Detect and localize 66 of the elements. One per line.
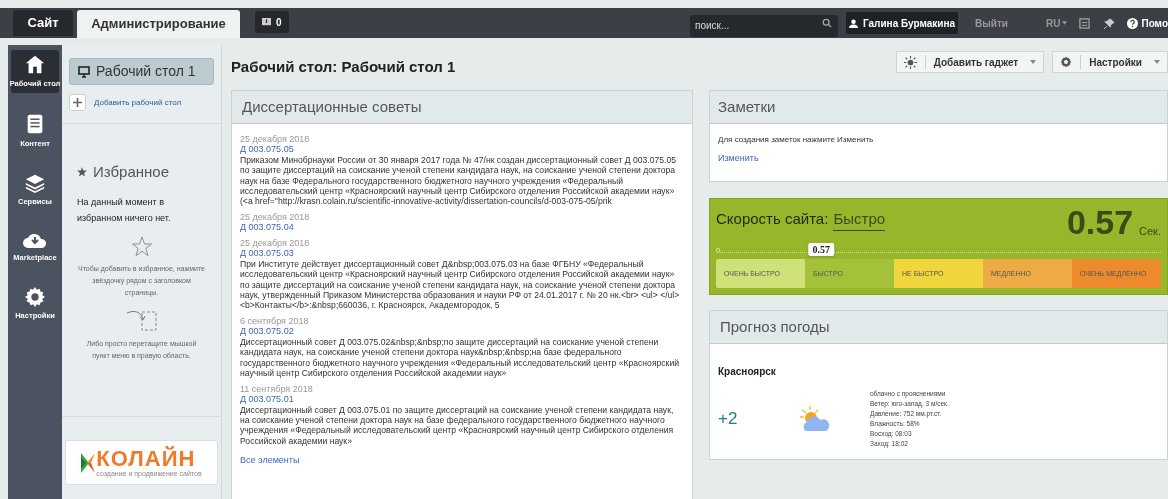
logout-link[interactable]: Выйти [975, 15, 1008, 31]
language-selector[interactable]: RU [1046, 15, 1068, 31]
speed-unit: Сек. [1139, 223, 1161, 239]
news-link[interactable]: Д 003.075.04 [240, 221, 684, 233]
add-desktop-link[interactable]: Добавить рабочий стол [94, 96, 182, 109]
news-date: 25 декабря 2018 [240, 237, 311, 248]
settings-icon [24, 286, 46, 308]
star-icon [77, 167, 87, 178]
news-date: 11 сентября 2018 [240, 383, 314, 394]
tab[interactable]: Сайт [13, 10, 73, 36]
sun-icon [903, 55, 917, 69]
speed-value: 0.57 [1066, 204, 1134, 239]
search-field[interactable]: поиск... [690, 14, 839, 37]
user-icon [849, 18, 858, 28]
drag-hint-icon [125, 309, 158, 332]
news-link[interactable]: Д 003.075.03 [240, 247, 684, 259]
edit-link[interactable]: Изменить [718, 151, 1159, 166]
help-icon [1127, 17, 1139, 29]
tab[interactable]: Администрирование [77, 10, 240, 38]
settings-icon [1060, 56, 1073, 69]
card-title: Заметки [710, 90, 1167, 124]
speed-marker: 0.57 [808, 243, 835, 257]
card-title: Диссертационные советы [232, 90, 692, 124]
news-link[interactable]: Д 003.075.05 [240, 143, 684, 155]
news-date: 6 сентября 2018 [240, 315, 310, 326]
page-title: Рабочий стол: Рабочий стол 1 [231, 57, 456, 78]
help-link[interactable]: Помо [1127, 15, 1168, 31]
notification-count: 0 [276, 15, 282, 30]
news-link[interactable]: Д 003.075.01 [240, 393, 684, 405]
caret-icon [1062, 21, 1068, 25]
partly-cloudy-icon [800, 405, 832, 432]
star-outline-icon [130, 235, 153, 257]
temperature: +2 [718, 408, 739, 431]
user-button[interactable]: Галина Бурмакина [846, 12, 959, 34]
news-text: Диссертационный совет Д 003.075.02&nbsp;&nbsp;по защите диссертаций на соискание ученой степени кандидата наук, на соискание ученой степени доктора наук&nbsp;&nbsp;на базе федерального государственного бюджетного научного учреждения «Федеральный исследовательский центр «Красноярский научный центр Сибирского отделения Российской академии наук» [240, 336, 680, 379]
speed-label: Скорость сайта: [716, 208, 829, 229]
search-icon[interactable] [822, 18, 833, 28]
news-date: 25 декабря 2018 [240, 211, 311, 222]
toolbar-button[interactable]: Добавить гаджет [895, 51, 1045, 74]
notifications-button[interactable]: 0 [255, 11, 289, 33]
caret-icon [1154, 60, 1160, 65]
pin-icon[interactable] [1104, 17, 1116, 29]
city-name: Красноярск [718, 364, 777, 379]
add-desktop-button[interactable] [69, 94, 86, 111]
news-text: Диссертационный совет Д 003.075.01 по защите диссертаций на соискание ученой степени кандидата наук, на соискание ученой степени доктора наук на базе федерального государственного бюджетного научного учреждения «Федеральный исследовательский центр «Красноярский научный центр Сибирского отделения Российской академии наук» [240, 404, 675, 447]
news-text: Приказом Минобрнауки России от 30 января 2017 года № 47/нк создан диссертационный совет Д 003.075.05 по защите диссертаций на соискание ученой степени кандидата наук, на соискание ученой степени доктора наук на базе Федерального государственного бюджетного научного учреждения «Федеральный исследовательский центр «Красноярский научный центр Сибирского отделения Российской академии наук» (<a href="http://krasn.colain.ru/scientific-innovative-activity/dissertation-councils/d-003-075-05/prik [240, 154, 677, 207]
logo-mark-icon [81, 451, 96, 474]
caret-icon [1030, 60, 1037, 65]
logo-name: КОЛАЙН [96, 447, 196, 470]
monitor-icon [78, 65, 90, 78]
home-icon [24, 54, 46, 76]
window-icon[interactable] [1079, 17, 1091, 29]
news-text: При Институте действует диссертационный совет Д&nbsp;003.075.03 на базе ФГБНУ «Федеральный исследовательский центр «Красноярский научный центр Сибирского отделения Российской академии наук» по защите диссертаций на соискание ученой степени кандидата наук, на соискание ученой степени доктора наук, утвержденный Приказом Министерства образования и науки РФ от 24.01.2017 г. № 20 нк.<br> <ul> </ul> <b>Контакты</b>:&nbsp;660036, г. Красноярск, Академгородок, 5 [240, 258, 681, 311]
notification-icon [262, 17, 271, 27]
desktop-tab[interactable]: Рабочий стол 1 [69, 58, 214, 85]
speed-rating[interactable]: Быстро [833, 207, 886, 232]
notes-text: Для создания заметок нажмите Изменить [718, 133, 875, 146]
card-title: Прогноз погоды [710, 310, 1167, 344]
user-name: Галина Бурмакина [863, 16, 956, 31]
all-items-link[interactable]: Все элементы [240, 454, 684, 468]
news-date: 25 декабря 2018 [240, 133, 311, 144]
toolbar-button[interactable]: Настройки [1052, 51, 1168, 74]
favorites-title: Избранное [93, 162, 170, 182]
empty-favorites-text: На данный момент в избранном ничего нет. [77, 195, 172, 225]
news-link[interactable]: Д 003.075.02 [240, 325, 684, 337]
layers-icon [23, 172, 47, 194]
